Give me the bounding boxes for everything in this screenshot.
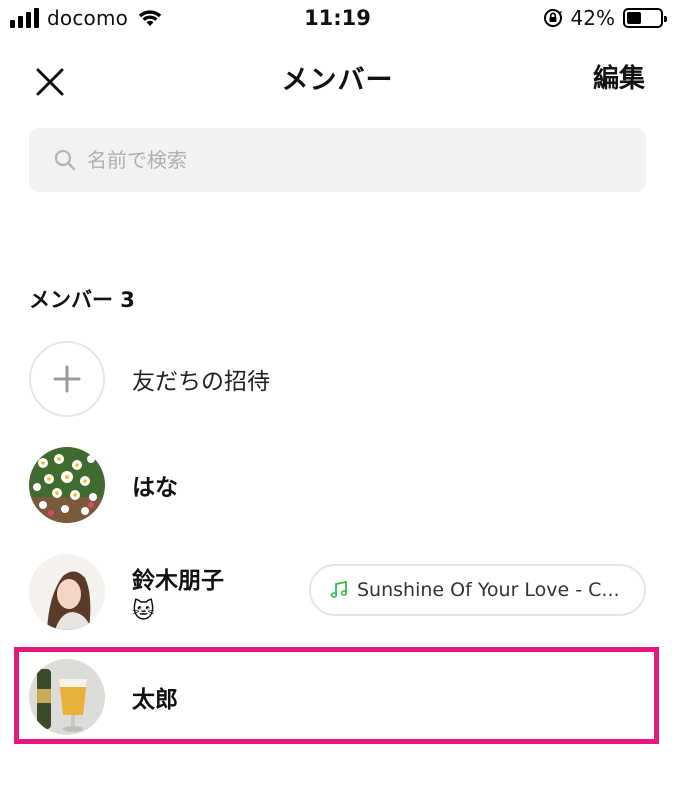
search-bar[interactable]: [29, 128, 646, 192]
search-input[interactable]: [87, 148, 607, 172]
add-icon: [29, 341, 105, 417]
member-row-hana[interactable]: はな: [29, 447, 646, 523]
page-title: メンバー: [281, 65, 394, 96]
music-note-icon: [330, 580, 348, 598]
section-title: メンバー 3: [29, 288, 135, 312]
orientation-lock-icon: [543, 9, 562, 27]
music-title: Sunshine Of Your Love - C...: [357, 579, 620, 601]
battery-percent: 42%: [570, 6, 615, 30]
member-row-suzuki[interactable]: 鈴木朋子 🐱 Sunshine Of Your Love - C...: [29, 554, 646, 630]
status-bar: docomo 11:19 42%: [0, 0, 675, 40]
search-icon: [54, 149, 76, 171]
edit-button[interactable]: 編集: [593, 58, 645, 95]
member-name: はな: [132, 475, 178, 501]
header: メンバー 編集: [0, 50, 675, 104]
member-info: 鈴木朋子 🐱: [132, 561, 224, 624]
battery-icon: [623, 8, 667, 28]
status-right: 42%: [543, 6, 667, 30]
avatar: [29, 554, 105, 630]
invite-friends-label: 友だちの招待: [132, 369, 270, 395]
member-name: 鈴木朋子: [132, 567, 224, 594]
invite-friends-row[interactable]: 友だちの招待: [29, 341, 646, 417]
avatar: [29, 447, 105, 523]
status-message: 🐱: [132, 598, 155, 624]
highlight-frame: [14, 647, 659, 744]
music-status-pill[interactable]: Sunshine Of Your Love - C...: [309, 564, 646, 616]
